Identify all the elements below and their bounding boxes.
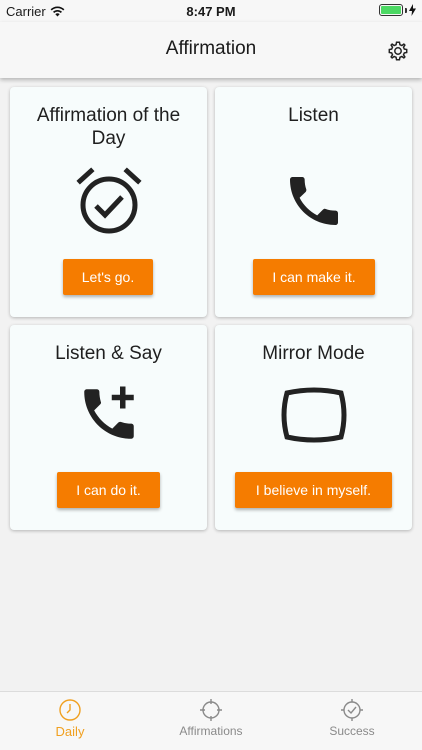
i-believe-in-myself-button[interactable]: I believe in myself. bbox=[235, 472, 392, 508]
card-listen-and-say[interactable]: Listen & Say I can do it. bbox=[10, 325, 207, 530]
settings-button[interactable] bbox=[386, 39, 410, 63]
card-title: Mirror Mode bbox=[262, 343, 365, 364]
gear-icon bbox=[388, 41, 408, 61]
battery-icon bbox=[379, 4, 403, 16]
phone-add-icon bbox=[83, 386, 134, 439]
i-can-make-it-button[interactable]: I can make it. bbox=[253, 259, 375, 295]
mirror-screen-icon bbox=[281, 387, 346, 443]
charging-bolt-icon bbox=[409, 4, 416, 16]
status-bar: Carrier 8:47 PM bbox=[0, 0, 422, 22]
tab-label: Success bbox=[329, 724, 375, 738]
tab-daily[interactable]: Daily bbox=[0, 698, 140, 739]
tab-label: Daily bbox=[55, 724, 85, 739]
card-mirror-mode[interactable]: Mirror Mode I believe in myself. bbox=[215, 325, 412, 530]
tab-affirmations[interactable]: Affirmations bbox=[141, 698, 281, 738]
lets-go-button[interactable]: Let's go. bbox=[63, 259, 153, 295]
phone-icon bbox=[289, 177, 338, 225]
navigation-bar: Affirmation bbox=[0, 22, 422, 78]
status-time: 8:47 PM bbox=[186, 4, 236, 19]
tab-label: Affirmations bbox=[179, 724, 243, 738]
alarm-clock-check-icon bbox=[75, 167, 142, 234]
card-title: Affirmation of the Day bbox=[36, 105, 181, 149]
battery-indicator bbox=[379, 4, 416, 16]
tab-bar: Daily Affirmations Success bbox=[0, 691, 422, 750]
card-title: Listen bbox=[288, 105, 339, 126]
crosshair-icon bbox=[200, 699, 222, 721]
check-target-icon bbox=[341, 699, 363, 721]
i-can-do-it-button[interactable]: I can do it. bbox=[57, 472, 160, 508]
card-listen[interactable]: Listen I can make it. bbox=[215, 87, 412, 317]
tab-success[interactable]: Success bbox=[282, 698, 422, 738]
card-affirmation-of-the-day[interactable]: Affirmation of the Day Let's go. bbox=[10, 87, 207, 317]
clock-icon bbox=[59, 699, 81, 721]
page-title: Affirmation bbox=[165, 38, 257, 59]
card-title: Listen & Say bbox=[55, 343, 162, 364]
